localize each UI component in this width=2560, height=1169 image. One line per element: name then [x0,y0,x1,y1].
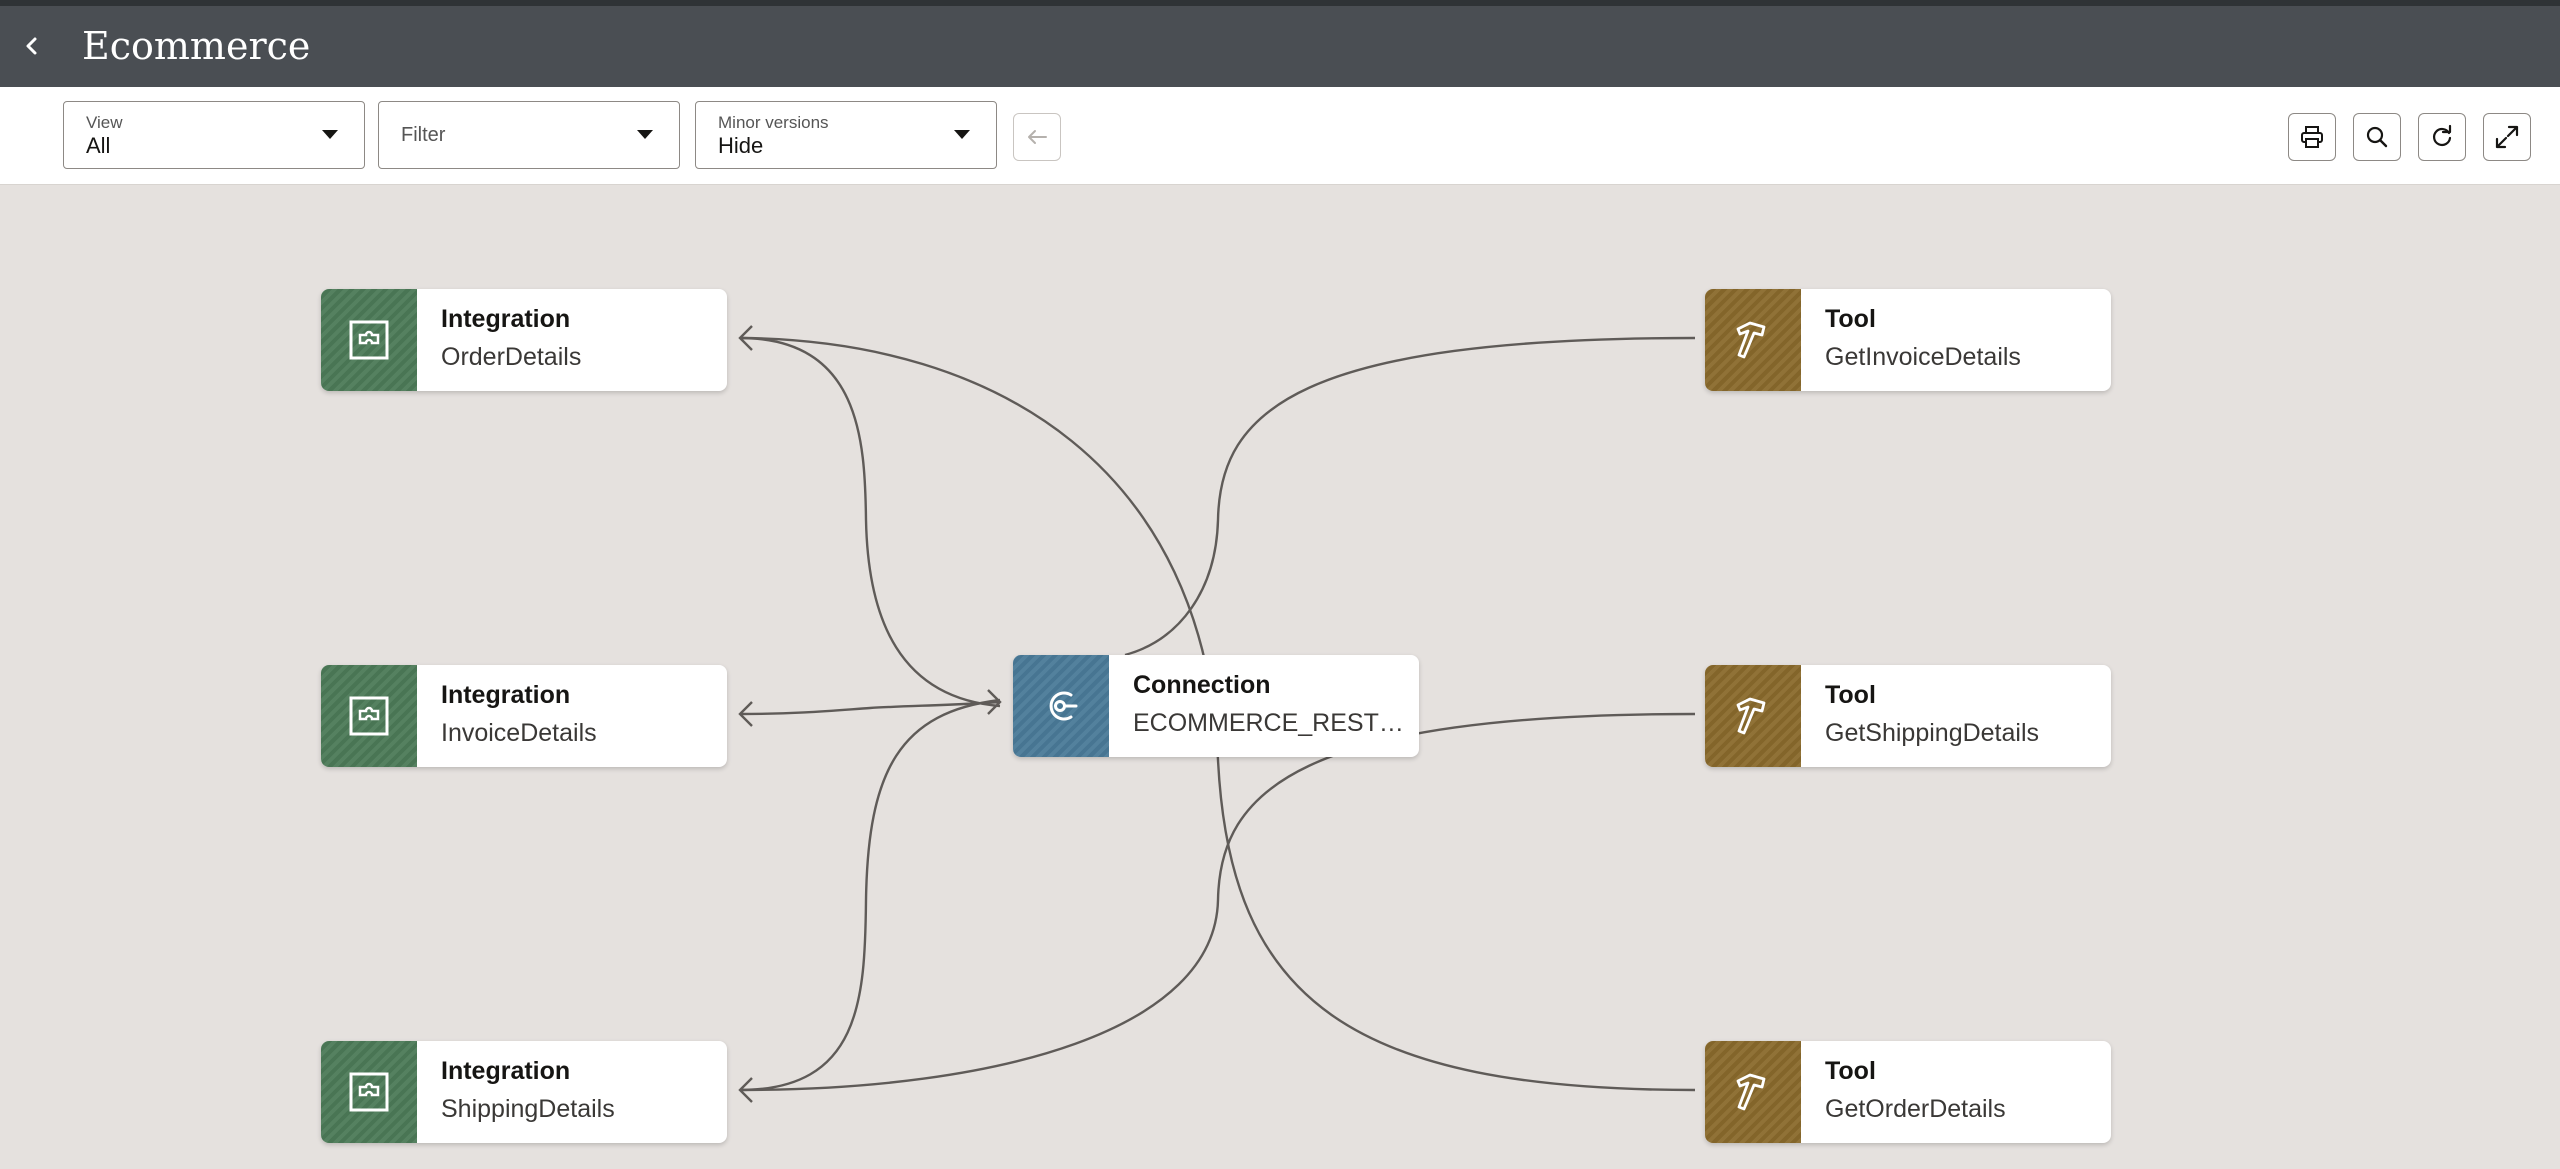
expand-icon [2495,125,2519,149]
hammer-icon [1736,1073,1766,1111]
back-button[interactable] [14,28,50,64]
node-type: Integration [441,305,571,333]
navigate-back-button[interactable] [1013,113,1061,161]
arrowhead-order [738,325,753,351]
view-select-label: View [86,113,123,132]
node-name: InvoiceDetails [441,719,597,747]
node-type: Tool [1825,305,1876,333]
node-type: Integration [441,1057,571,1085]
tool-node-getinvoicedetails[interactable]: Tool GetInvoiceDetails [1705,289,2111,391]
chevron-down-icon [637,130,653,139]
refresh-icon [2432,124,2452,147]
integration-node-orderdetails[interactable]: Integration OrderDetails [321,289,727,391]
toolbar: View All Filter Minor versions Hide [0,87,2560,185]
printer-icon [2301,126,2323,148]
node-name: OrderDetails [441,343,582,371]
tool-node-getorderdetails[interactable]: Tool GetOrderDetails [1705,1041,2111,1143]
edge-invoice-to-connection [739,700,1001,716]
puzzle-icon [349,1072,389,1112]
view-select-value: All [86,133,111,158]
hammer-icon [1736,321,1766,359]
print-button[interactable] [2288,113,2336,161]
app-header: Ecommerce [0,6,2560,87]
tool-tile [1705,289,1801,391]
node-type: Tool [1825,681,1876,709]
search-button[interactable] [2353,113,2401,161]
integration-tile [321,289,417,391]
node-name: ShippingDetails [441,1095,615,1123]
tool-tile [1705,1041,1801,1143]
tool-node-getshippingdetails[interactable]: Tool GetShippingDetails [1705,665,2111,767]
node-name: GetShippingDetails [1825,719,2040,747]
page-title: Ecommerce [82,24,311,68]
node-type: Integration [441,681,571,709]
node-type: Connection [1133,671,1271,699]
integration-tile [321,1041,417,1143]
node-name: GetInvoiceDetails [1825,343,2021,371]
puzzle-icon [349,320,389,360]
minor-versions-select[interactable]: Minor versions Hide [695,101,997,169]
node-name: GetOrderDetails [1825,1095,2006,1123]
edge-tool-invoice-to-connection [1124,336,1696,657]
search-icon [2366,126,2388,148]
view-select[interactable]: View All [63,101,365,169]
minor-versions-value: Hide [718,133,764,158]
chevron-down-icon [954,130,970,139]
connection-node[interactable]: Connection ECOMMERCE_REST_T… [1013,655,1419,757]
expand-button[interactable] [2483,113,2531,161]
edge-tool-shipping-to-shipping [739,712,1696,1092]
integration-node-shippingdetails[interactable]: Integration ShippingDetails [321,1041,727,1143]
node-type: Tool [1825,1057,1876,1085]
filter-placeholder: Filter [401,124,446,146]
arrowhead-invoice [738,701,753,727]
integration-tile [321,665,417,767]
arrow-left-icon [1028,130,1047,144]
puzzle-icon [349,696,389,736]
arrowhead-shipping [738,1077,753,1103]
integration-node-invoicedetails[interactable]: Integration InvoiceDetails [321,665,727,767]
chevron-left-icon [26,37,37,55]
chevron-down-icon [322,130,338,139]
tool-tile [1705,665,1801,767]
arrowhead-connection [987,689,1002,715]
minor-versions-label: Minor versions [718,113,829,132]
hammer-icon [1736,697,1766,735]
filter-select[interactable]: Filter [378,101,680,169]
edge-shipping-to-connection [739,698,1001,1092]
connection-tile [1013,655,1109,757]
connector-icon [1049,691,1078,721]
edge-order-to-connection [739,336,1001,708]
node-name: ECOMMERCE_REST_T… [1133,709,1409,737]
refresh-button[interactable] [2418,113,2466,161]
